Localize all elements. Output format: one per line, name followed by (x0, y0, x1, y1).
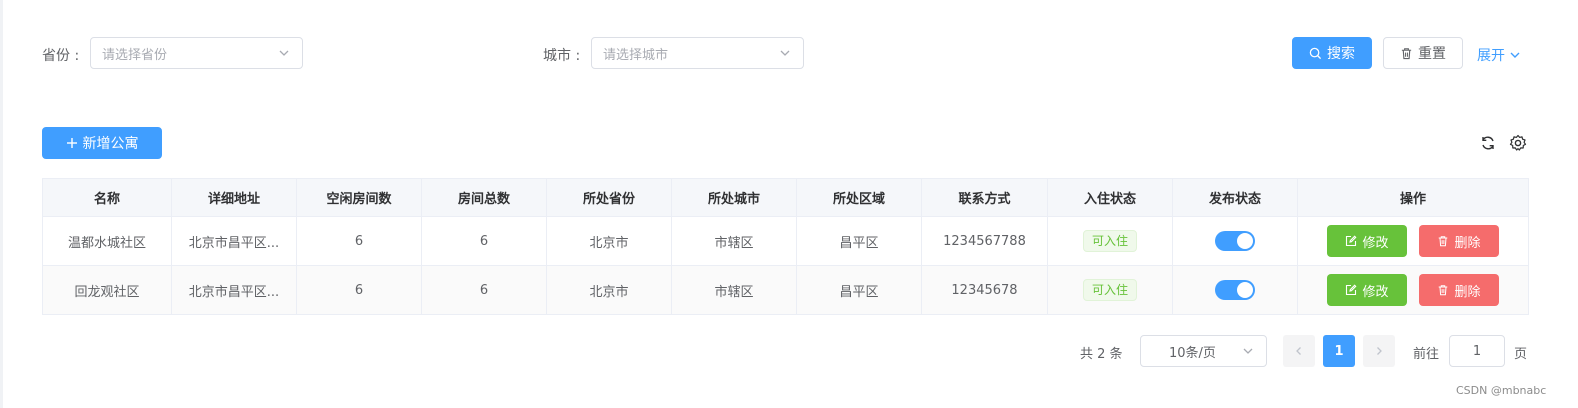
cell-actions: 修改 删除 (1297, 265, 1529, 315)
delete-button[interactable]: 删除 (1419, 225, 1499, 257)
cell-actions: 修改 删除 (1297, 216, 1529, 266)
chevron-down-icon (779, 47, 791, 59)
city-placeholder: 请选择城市 (603, 47, 669, 63)
city-label: 城市 : (543, 48, 581, 64)
city-select[interactable]: 请选择城市 (591, 37, 804, 69)
cell-total-rooms: 6 (421, 265, 547, 315)
trash-icon (1437, 284, 1449, 296)
column-header: 所处区域 (796, 178, 922, 217)
gear-icon[interactable] (1509, 134, 1527, 152)
status-badge: 可入住 (1082, 279, 1137, 301)
table-row: 温都水城社区 北京市昌平区... 6 6 北京市 市辖区 昌平区 1234567… (42, 216, 1529, 266)
page-size-value: 10条/页 (1169, 345, 1216, 361)
cell-total-rooms: 6 (421, 216, 547, 266)
cell-free-rooms: 6 (296, 216, 422, 266)
province-label: 省份 : (42, 48, 80, 64)
cell-phone: 12345678 (921, 265, 1048, 315)
delete-button-label: 删除 (1454, 235, 1481, 251)
page-edge (0, 0, 3, 408)
edit-button[interactable]: 修改 (1327, 274, 1407, 306)
publish-toggle[interactable] (1215, 280, 1255, 300)
cell-city: 市辖区 (671, 216, 797, 266)
trash-icon (1400, 47, 1413, 60)
column-header: 操作 (1297, 178, 1529, 217)
search-button-label: 搜索 (1327, 46, 1355, 62)
toggle-knob (1237, 233, 1253, 249)
delete-button-label: 删除 (1454, 284, 1481, 300)
expand-toggle[interactable]: 展开 (1477, 45, 1521, 65)
reset-button[interactable]: 重置 (1383, 37, 1463, 69)
cell-publish-status (1172, 265, 1298, 315)
cell-publish-status (1172, 216, 1298, 266)
chevron-down-icon (278, 47, 290, 59)
column-header: 所处城市 (671, 178, 797, 217)
delete-button[interactable]: 删除 (1419, 274, 1499, 306)
expand-label: 展开 (1477, 48, 1505, 64)
search-button[interactable]: 搜索 (1292, 37, 1372, 69)
next-page-button[interactable] (1363, 335, 1395, 367)
table-row: 回龙观社区 北京市昌平区... 6 6 北京市 市辖区 昌平区 12345678… (42, 265, 1529, 315)
cell-city: 市辖区 (671, 265, 797, 315)
watermark: CSDN @mbnabc (1456, 384, 1547, 397)
cell-phone: 1234567788 (921, 216, 1048, 266)
address-text: 北京市昌平区... (188, 284, 280, 300)
pagination-total: 共 2 条 (1080, 347, 1123, 362)
page-size-select[interactable]: 10条/页 (1140, 335, 1267, 367)
chevron-down-icon (1509, 49, 1521, 61)
cell-province: 北京市 (546, 216, 672, 266)
column-header: 房间总数 (421, 178, 547, 217)
page-suffix: 页 (1514, 347, 1528, 362)
province-select[interactable]: 请选择省份 (90, 37, 303, 69)
column-header: 所处省份 (546, 178, 672, 217)
province-placeholder: 请选择省份 (102, 47, 168, 63)
cell-checkin-status: 可入住 (1047, 265, 1173, 315)
add-apartment-label: 新增公寓 (82, 136, 139, 152)
refresh-icon[interactable] (1480, 135, 1496, 151)
cell-district: 昌平区 (796, 216, 922, 266)
cell-name: 温都水城社区 (42, 216, 172, 266)
edit-button-label: 修改 (1362, 235, 1389, 251)
chevron-down-icon (1242, 345, 1254, 357)
apartment-table: 名称 详细地址 空闲房间数 房间总数 所处省份 所处城市 所处区域 联系方式 入… (42, 178, 1529, 315)
address-text: 北京市昌平区... (188, 235, 280, 251)
edit-button[interactable]: 修改 (1327, 225, 1407, 257)
search-icon (1309, 47, 1322, 60)
toggle-knob (1237, 282, 1253, 298)
prev-page-button[interactable] (1283, 335, 1315, 367)
cell-province: 北京市 (546, 265, 672, 315)
reset-button-label: 重置 (1418, 46, 1446, 62)
column-header: 联系方式 (921, 178, 1048, 217)
column-header: 详细地址 (171, 178, 297, 217)
column-header: 发布状态 (1172, 178, 1298, 217)
cell-district: 昌平区 (796, 265, 922, 315)
page-number-button[interactable]: 1 (1323, 335, 1355, 367)
edit-icon (1345, 235, 1357, 247)
cell-name: 回龙观社区 (42, 265, 172, 315)
trash-icon (1437, 235, 1449, 247)
cell-address: 北京市昌平区... (171, 265, 297, 315)
column-header: 入住状态 (1047, 178, 1173, 217)
column-header: 空闲房间数 (296, 178, 422, 217)
chevron-left-icon (1294, 346, 1304, 356)
edit-icon (1345, 284, 1357, 296)
plus-icon (66, 137, 78, 149)
cell-checkin-status: 可入住 (1047, 216, 1173, 266)
chevron-right-icon (1374, 346, 1384, 356)
goto-label: 前往 (1413, 347, 1440, 362)
column-header: 名称 (42, 178, 172, 217)
goto-page-input[interactable]: 1 (1449, 335, 1505, 367)
status-badge: 可入住 (1082, 230, 1137, 252)
cell-address: 北京市昌平区... (171, 216, 297, 266)
edit-button-label: 修改 (1362, 284, 1389, 300)
add-apartment-button[interactable]: 新增公寓 (42, 127, 162, 159)
publish-toggle[interactable] (1215, 231, 1255, 251)
cell-free-rooms: 6 (296, 265, 422, 315)
table-header-row: 名称 详细地址 空闲房间数 房间总数 所处省份 所处城市 所处区域 联系方式 入… (42, 178, 1529, 217)
